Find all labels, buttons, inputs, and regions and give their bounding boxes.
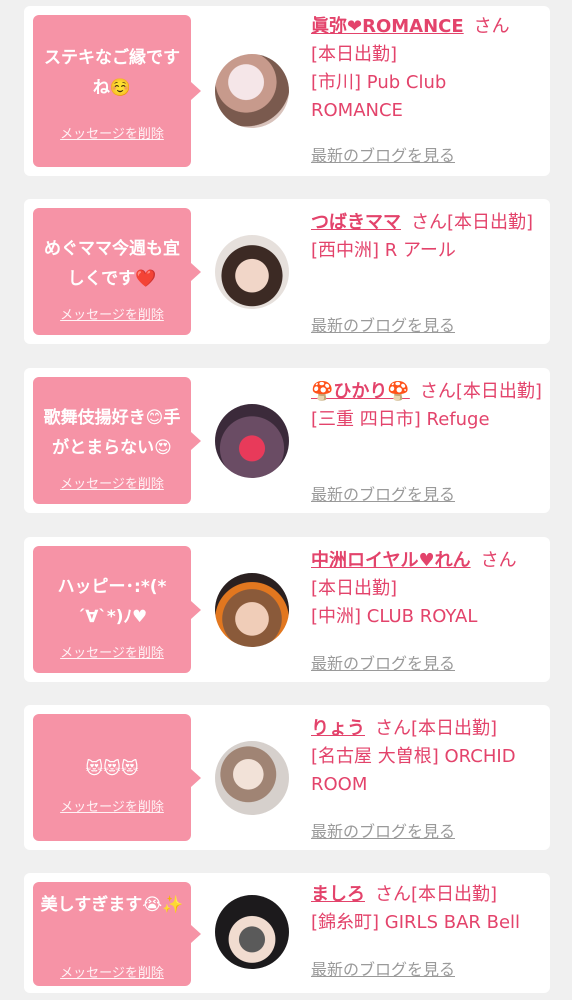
profile-name-link[interactable]: 中洲ロイヤル♥れん xyxy=(311,550,471,571)
profile-info: 眞弥❤ROMANCE さん [本日出勤] [市川] Pub Club ROMANC… xyxy=(311,13,543,125)
message-card: ステキなご縁ですね☺️ メッセージを削除 眞弥❤ROMANCE さん [本日出勤]… xyxy=(24,6,550,176)
message-bubble: 美しすぎます😭✨ メッセージを削除 xyxy=(33,882,201,986)
latest-blog-link[interactable]: 最新のブログを見る xyxy=(311,818,455,842)
delete-message-link[interactable]: メッセージを削除 xyxy=(33,642,191,661)
profile-info: 中洲ロイヤル♥れん さん [本日出勤] [中洲] CLUB ROYAL xyxy=(311,547,543,631)
shop-area: [錦糸町] xyxy=(311,912,380,933)
message-card: 美しすぎます😭✨ メッセージを削除 ましろ さん[本日出勤] [錦糸町] GIRL… xyxy=(24,873,550,993)
profile-name-link[interactable]: 🍄ひかり🍄 xyxy=(311,381,410,402)
message-text: 美しすぎます😭✨ xyxy=(40,895,184,915)
shop-area: [西中洲] xyxy=(311,240,380,261)
honorific: さん xyxy=(375,718,411,739)
avatar[interactable] xyxy=(215,573,289,647)
message-text: 歌舞伎揚好き😊手がとまらない😍 xyxy=(43,408,181,458)
delete-message-link[interactable]: メッセージを削除 xyxy=(33,473,191,492)
profile-name-link[interactable]: つばきママ xyxy=(311,212,401,233)
message-bubble: 😻😻😻 メッセージを削除 xyxy=(33,714,201,841)
message-card: めぐママ今週も宜しくです❤️ メッセージを削除 つばきママ さん[本日出勤] [西… xyxy=(24,199,550,344)
profile-info: りょう さん[本日出勤] [名古屋 大曽根] ORCHID ROOM xyxy=(311,715,543,799)
profile-name-link[interactable]: ましろ xyxy=(311,884,365,905)
shop-name: Refuge xyxy=(426,409,490,430)
latest-blog-link[interactable]: 最新のブログを見る xyxy=(311,481,455,505)
message-text: 😻😻😻 xyxy=(85,759,139,779)
latest-blog-link[interactable]: 最新のブログを見る xyxy=(311,142,455,166)
shop-name: CLUB ROYAL xyxy=(366,606,478,627)
message-bubble: ステキなご縁ですね☺️ メッセージを削除 xyxy=(33,15,201,167)
latest-blog-link[interactable]: 最新のブログを見る xyxy=(311,650,455,674)
honorific: さん xyxy=(473,16,510,37)
shop-area: [中洲] xyxy=(311,606,362,627)
delete-message-link[interactable]: メッセージを削除 xyxy=(33,962,191,981)
attendance-status: [本日出勤] xyxy=(411,718,498,739)
shop-name: R アール xyxy=(384,240,456,261)
profile-info: ましろ さん[本日出勤] [錦糸町] GIRLS BAR Bell xyxy=(311,881,543,937)
honorific: さん xyxy=(419,381,456,402)
delete-message-link[interactable]: メッセージを削除 xyxy=(33,304,191,323)
avatar[interactable] xyxy=(215,895,289,969)
message-card: ハッピー･:*(*´∀`*)ﾉ♥ メッセージを削除 中洲ロイヤル♥れん さん [本… xyxy=(24,537,550,682)
message-bubble: めぐママ今週も宜しくです❤️ メッセージを削除 xyxy=(33,208,201,335)
avatar[interactable] xyxy=(215,404,289,478)
message-text: ハッピー･:*(*´∀`*)ﾉ♥ xyxy=(57,577,167,627)
message-text: ステキなご縁ですね☺️ xyxy=(44,48,180,98)
attendance-status: [本日出勤] xyxy=(455,381,542,402)
shop-area: [三重 四日市] xyxy=(311,409,421,430)
honorific: さん xyxy=(375,884,411,905)
shop-area: [名古屋 大曽根] xyxy=(311,746,439,767)
message-text: めぐママ今週も宜しくです❤️ xyxy=(44,239,180,289)
profile-name-link[interactable]: 眞弥❤ROMANCE xyxy=(311,16,464,37)
attendance-status: [本日出勤] xyxy=(311,578,398,599)
honorific: さん xyxy=(480,550,517,571)
shop-area: [市川] xyxy=(311,72,362,93)
attendance-status: [本日出勤] xyxy=(411,884,498,905)
delete-message-link[interactable]: メッセージを削除 xyxy=(33,123,191,142)
attendance-status: [本日出勤] xyxy=(311,44,398,65)
honorific: さん xyxy=(411,212,447,233)
message-bubble: 歌舞伎揚好き😊手がとまらない😍 メッセージを削除 xyxy=(33,377,201,504)
profile-info: つばきママ さん[本日出勤] [西中洲] R アール xyxy=(311,209,543,265)
avatar[interactable] xyxy=(215,235,289,309)
profile-info: 🍄ひかり🍄 さん[本日出勤] [三重 四日市] Refuge xyxy=(311,378,543,434)
latest-blog-link[interactable]: 最新のブログを見る xyxy=(311,956,455,980)
avatar[interactable] xyxy=(215,741,289,815)
latest-blog-link[interactable]: 最新のブログを見る xyxy=(311,312,455,336)
message-card: 歌舞伎揚好き😊手がとまらない😍 メッセージを削除 🍄ひかり🍄 さん[本日出勤] [… xyxy=(24,368,550,513)
message-card: 😻😻😻 メッセージを削除 りょう さん[本日出勤] [名古屋 大曽根] ORCHI… xyxy=(24,705,550,850)
shop-name: GIRLS BAR Bell xyxy=(384,912,521,933)
attendance-status: [本日出勤] xyxy=(447,212,534,233)
message-bubble: ハッピー･:*(*´∀`*)ﾉ♥ メッセージを削除 xyxy=(33,546,201,673)
avatar[interactable] xyxy=(215,54,289,128)
delete-message-link[interactable]: メッセージを削除 xyxy=(33,796,191,815)
profile-name-link[interactable]: りょう xyxy=(311,718,365,739)
